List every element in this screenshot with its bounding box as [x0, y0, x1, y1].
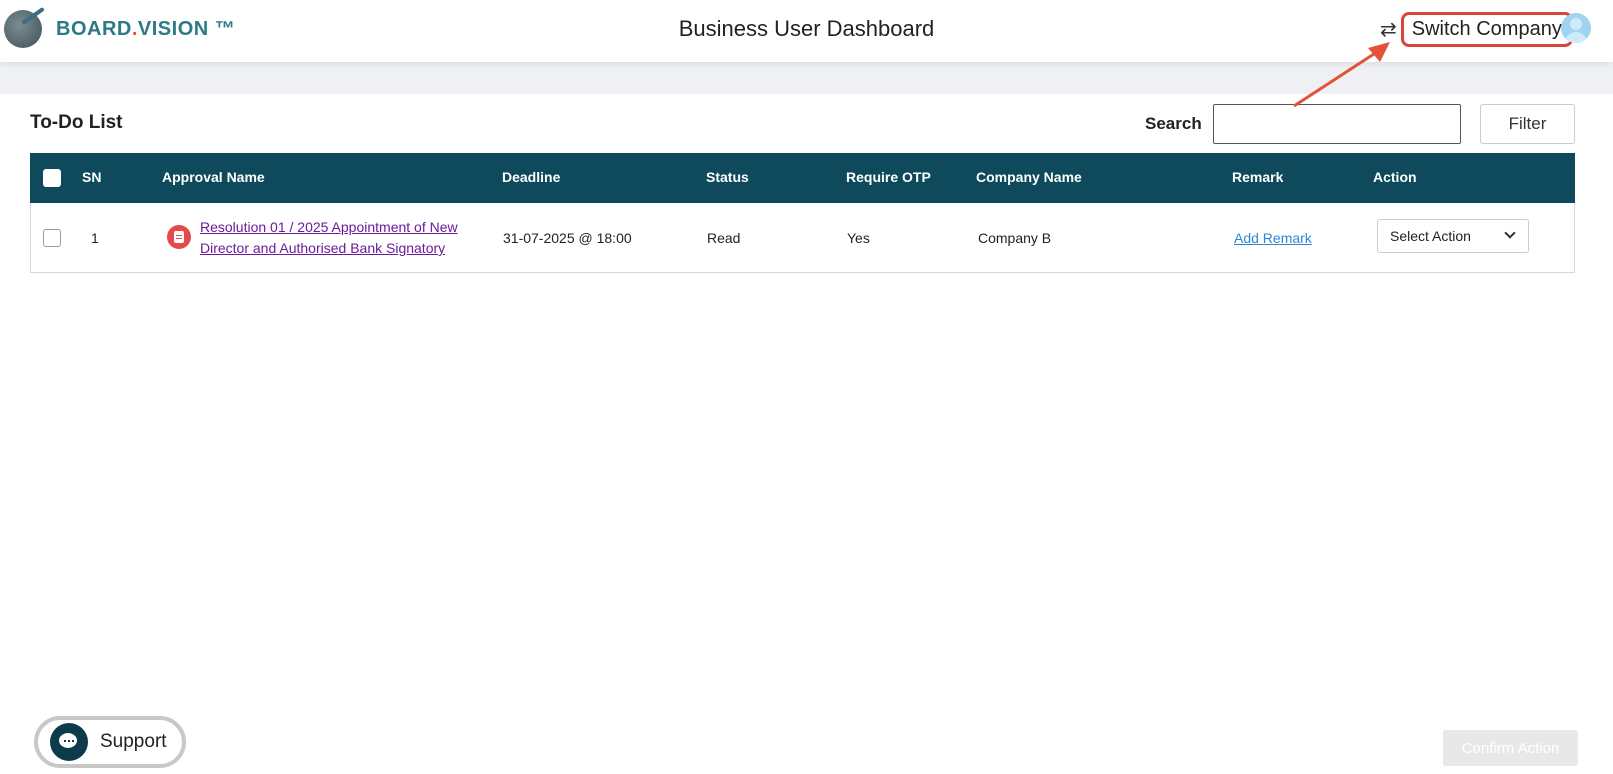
column-header-remark: Remark: [1232, 169, 1284, 185]
column-header-action: Action: [1373, 169, 1417, 185]
column-header-company-name: Company Name: [976, 169, 1082, 185]
main-content: To-Do List Search Filter SN Approval Nam…: [0, 94, 1613, 774]
row-require-otp: Yes: [847, 230, 870, 246]
logo-icon: [4, 10, 42, 48]
switch-company-button[interactable]: Switch Company: [1400, 12, 1573, 47]
brand-logo[interactable]: BOARD.VISION ™: [4, 10, 235, 48]
row-company-name: Company B: [978, 230, 1052, 246]
confirm-action-button[interactable]: Confirm Action: [1443, 730, 1578, 766]
column-header-sn: SN: [82, 169, 102, 185]
todo-table: SN Approval Name Deadline Status Require…: [30, 153, 1575, 273]
row-sn: 1: [91, 230, 99, 246]
row-status: Read: [707, 230, 741, 246]
brand-name: BOARD.VISION ™: [56, 17, 236, 40]
chevron-down-icon: [1504, 227, 1516, 239]
row-checkbox[interactable]: [43, 229, 61, 247]
select-all-checkbox[interactable]: [43, 169, 61, 187]
search-label: Search: [1145, 114, 1202, 133]
support-button[interactable]: Support: [34, 716, 186, 768]
table-row: 1 Resolution 01 / 2025 Appointment of Ne…: [30, 203, 1575, 273]
row-deadline: 31-07-2025 @ 18:00: [503, 230, 632, 246]
annotation-arrow: [1293, 42, 1390, 108]
column-header-require-otp: Require OTP: [846, 169, 931, 185]
chat-bubble-icon: [50, 723, 88, 761]
search-input[interactable]: [1213, 104, 1461, 144]
add-remark-link[interactable]: Add Remark: [1234, 230, 1312, 246]
column-header-status: Status: [706, 169, 749, 185]
column-header-deadline: Deadline: [502, 169, 561, 185]
filter-button[interactable]: Filter: [1480, 104, 1575, 144]
user-avatar[interactable]: [1561, 13, 1591, 43]
switch-company-area: ⇄ Switch Company: [1380, 12, 1573, 47]
support-label: Support: [100, 731, 167, 752]
select-action-label: Select Action: [1390, 228, 1471, 244]
table-header: SN Approval Name Deadline Status Require…: [30, 153, 1575, 203]
column-header-approval-name: Approval Name: [162, 169, 265, 185]
todo-list-title: To-Do List: [30, 112, 123, 133]
approval-name-link[interactable]: Resolution 01 / 2025 Appointment of New …: [200, 217, 500, 259]
select-action-dropdown[interactable]: Select Action: [1377, 219, 1529, 253]
document-icon: [167, 225, 191, 249]
